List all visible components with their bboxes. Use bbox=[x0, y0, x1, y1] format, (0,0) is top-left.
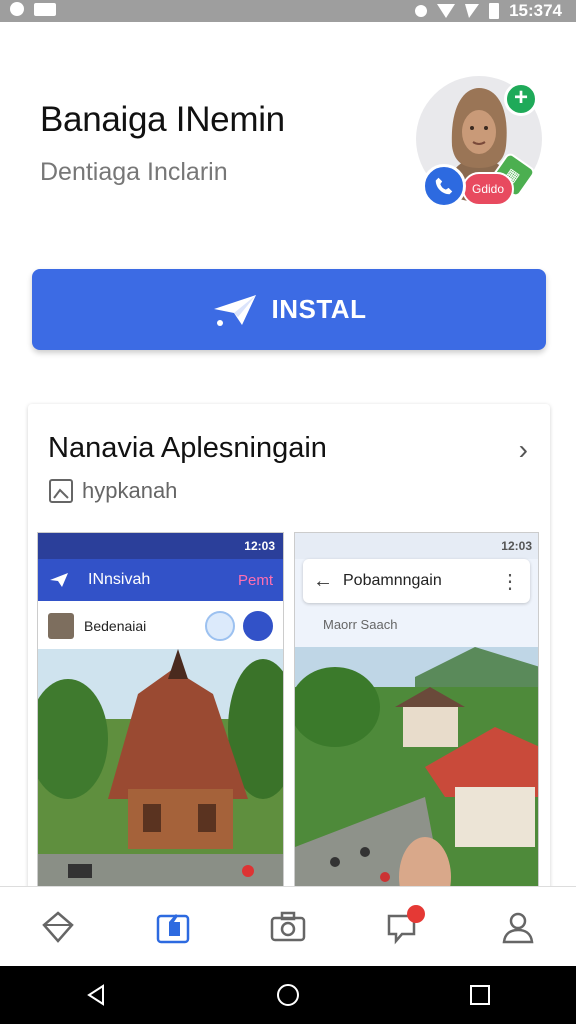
notification-dot bbox=[407, 904, 426, 923]
alarm-icon bbox=[10, 2, 24, 16]
app-preview-card: Nanavia Aplesningain › hypkanah 12:03 IN… bbox=[28, 404, 550, 904]
paper-plane-icon bbox=[213, 294, 256, 326]
install-label: INSTAL bbox=[271, 294, 367, 324]
screenshot-2[interactable]: 12:03 ← Pobamnngain ⋮ Maorr Saach bbox=[294, 532, 539, 904]
shot2-search-label: Pobamnngain bbox=[343, 572, 442, 589]
shot1-user-row: Bedenaiai bbox=[38, 601, 283, 651]
shot1-app-bar: INnsivah Pemt bbox=[38, 559, 283, 601]
recents-square-icon bbox=[470, 985, 490, 1005]
developer-name[interactable]: Dentiaga Inclarin bbox=[40, 158, 228, 187]
shot1-status-bar: 12:03 bbox=[38, 533, 283, 559]
signal-icon bbox=[465, 4, 480, 18]
home-icon bbox=[41, 910, 74, 943]
card-subtitle: hypkanah bbox=[82, 478, 178, 503]
app-title: Banaiga INemin bbox=[40, 100, 285, 139]
apps-icon bbox=[156, 913, 190, 943]
notification-icon bbox=[34, 2, 56, 16]
shot2-hint: Maorr Saach bbox=[323, 617, 398, 632]
nav-camera[interactable] bbox=[258, 897, 318, 957]
shot1-action: Pemt bbox=[237, 571, 273, 589]
nav-apps[interactable] bbox=[143, 897, 203, 957]
install-button[interactable]: INSTAL bbox=[32, 269, 546, 350]
shot1-status-time: 12:03 bbox=[244, 539, 275, 553]
chevron-right-icon[interactable]: › bbox=[519, 434, 528, 466]
shot1-row-label: Bedenaiai bbox=[84, 618, 147, 634]
back-triangle-icon bbox=[87, 984, 104, 1006]
village-scene-image bbox=[295, 647, 538, 903]
more-vertical-icon: ⋮ bbox=[500, 570, 520, 593]
avatar-pill-badge: Gdido bbox=[462, 172, 514, 206]
card-title[interactable]: Nanavia Aplesningain bbox=[48, 432, 327, 465]
status-time: 15:374 bbox=[509, 1, 562, 20]
image-icon bbox=[49, 479, 73, 503]
nav-home[interactable] bbox=[28, 897, 88, 957]
target-icon bbox=[243, 611, 273, 641]
call-icon[interactable] bbox=[422, 164, 466, 208]
clock-icon bbox=[205, 611, 235, 641]
wifi-icon bbox=[437, 4, 456, 18]
nav-chat[interactable] bbox=[373, 897, 433, 957]
status-bar: 15:374 bbox=[0, 0, 576, 22]
home-circle-icon bbox=[277, 984, 299, 1006]
shot1-title: INnsivah bbox=[88, 571, 151, 588]
avatar bbox=[48, 613, 74, 639]
screenshot-1[interactable]: 12:03 INnsivah Pemt Bedenaiai bbox=[37, 532, 284, 904]
back-arrow-icon: ← bbox=[313, 569, 333, 592]
system-navigation bbox=[0, 966, 576, 1024]
camera-icon bbox=[270, 911, 306, 941]
shot2-status-bar: 12:03 bbox=[295, 533, 538, 559]
back-arrow-icon bbox=[50, 573, 68, 587]
battery-icon bbox=[489, 3, 500, 19]
home-button[interactable] bbox=[268, 975, 308, 1015]
nav-profile[interactable] bbox=[488, 897, 548, 957]
app-avatar: + ▦ Gdido bbox=[416, 76, 544, 208]
shot2-status-time: 12:03 bbox=[501, 539, 532, 553]
shot2-search-bar: ← Pobamnngain ⋮ bbox=[303, 559, 530, 603]
bluetooth-icon bbox=[415, 5, 428, 17]
add-icon[interactable]: + bbox=[504, 82, 538, 116]
back-button[interactable] bbox=[76, 975, 116, 1015]
recents-button[interactable] bbox=[460, 975, 500, 1015]
profile-icon bbox=[502, 912, 534, 943]
house-scene-image bbox=[38, 649, 283, 903]
card-subtitle-row: hypkanah bbox=[48, 478, 177, 504]
bottom-navigation bbox=[0, 886, 576, 966]
